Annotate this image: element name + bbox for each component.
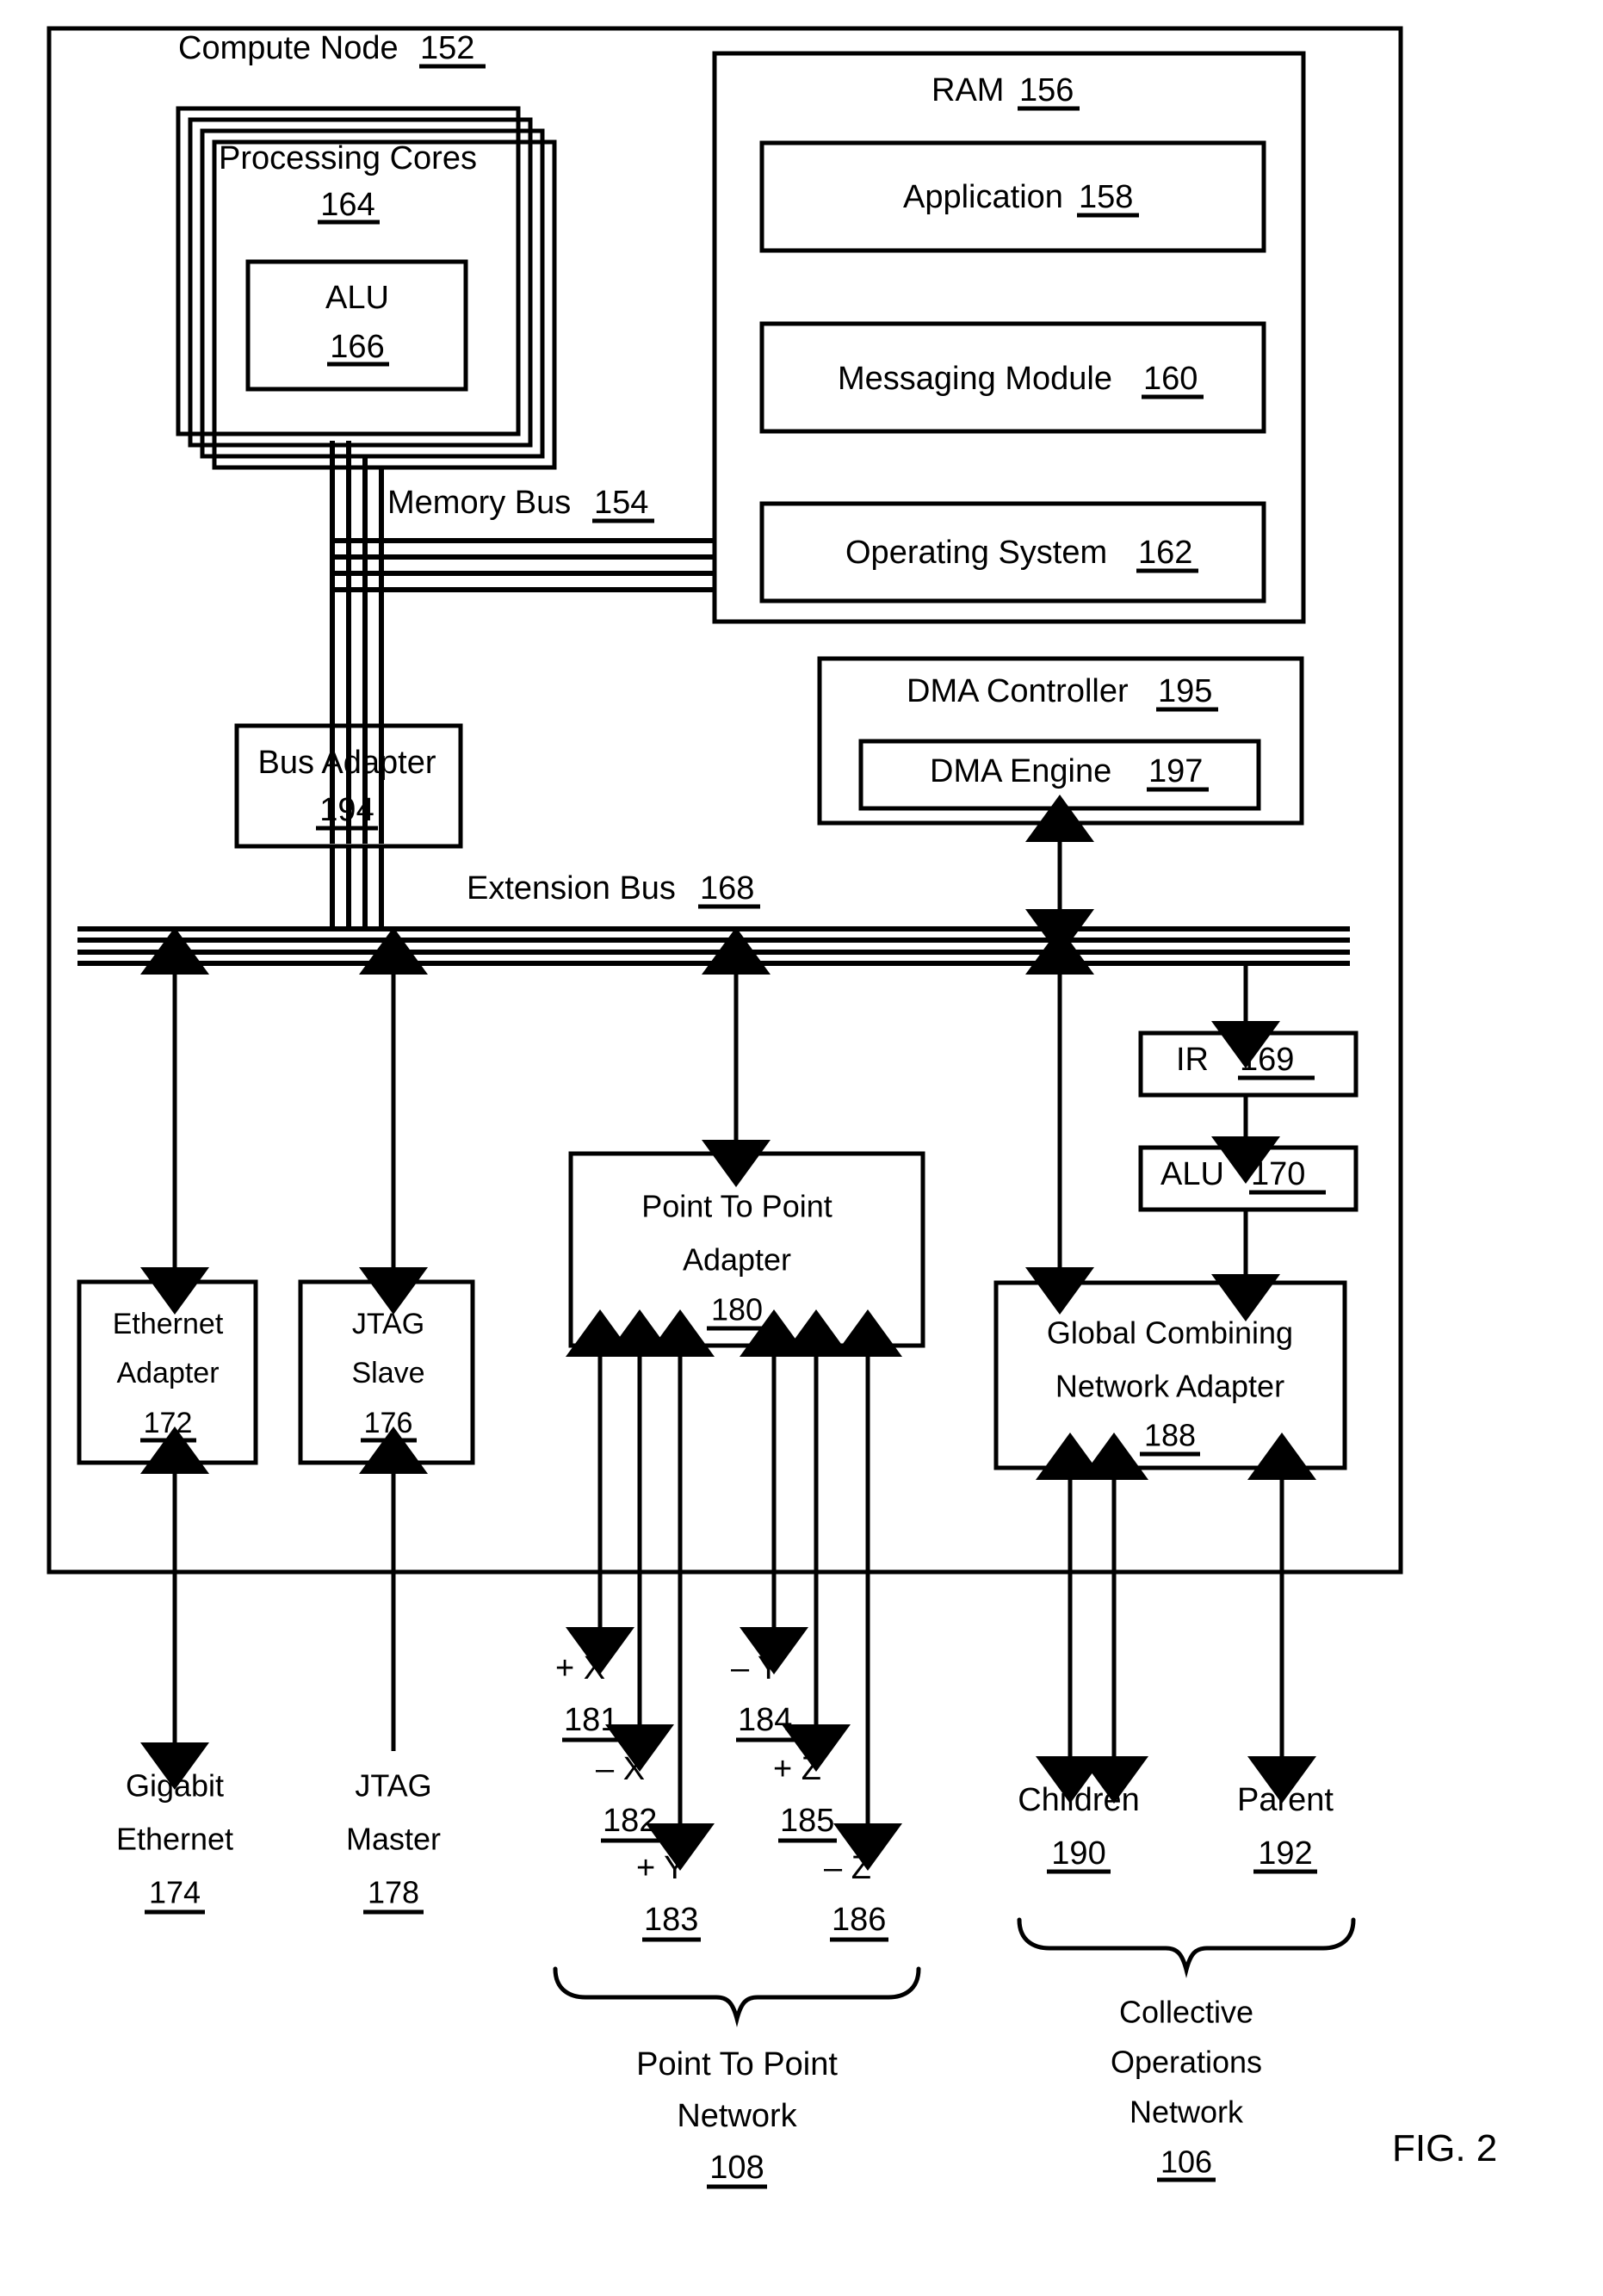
bus-adapter-ref: 194	[319, 792, 374, 828]
jtag-master-line2: Master	[346, 1822, 441, 1857]
jtag-slave-ref: 176	[364, 1407, 413, 1439]
p2p-adapter-line2: Adapter	[683, 1242, 791, 1278]
ethernet-adapter-ref: 172	[144, 1407, 193, 1439]
dma-controller-label: DMA Controller 195	[907, 673, 1218, 712]
p2p-adapter-ref: 180	[711, 1292, 763, 1327]
compute-node-title: Compute Node 152	[178, 30, 486, 69]
torus-ref-1: 182	[603, 1803, 657, 1839]
bus-adapter-to-extension-lines	[330, 846, 384, 929]
figure-caption: FIG. 2	[1392, 2127, 1497, 2169]
collective-line1: Collective	[1119, 1995, 1253, 2030]
operating-system-ref: 162	[1138, 535, 1192, 571]
gcna-line1: Global Combining	[1047, 1315, 1293, 1351]
gigabit-ethernet-line1: Gigabit	[126, 1768, 224, 1804]
dma-engine-ref: 197	[1148, 753, 1203, 789]
application-ref: 158	[1079, 179, 1133, 215]
operating-system-text: Operating System	[845, 535, 1107, 571]
alu-170-text: ALU	[1160, 1156, 1224, 1192]
dma-engine-text: DMA Engine	[930, 753, 1111, 789]
torus-label-minus-x: – X 182	[596, 1751, 659, 1843]
messaging-module-ref: 160	[1143, 361, 1198, 397]
ir-text: IR	[1176, 1042, 1209, 1078]
processing-cores-text: Processing Cores	[219, 140, 477, 176]
gigabit-ethernet-line2: Ethernet	[116, 1822, 233, 1857]
collective-line2: Operations	[1111, 2045, 1262, 2080]
extension-bus-label: Extension Bus 168	[467, 870, 760, 909]
children-text: Children	[1018, 1782, 1140, 1818]
point-to-point-network-brace	[553, 1966, 921, 2027]
gcna-ref: 188	[1144, 1418, 1196, 1453]
parent-text: Parent	[1237, 1782, 1334, 1818]
dma-controller-ref: 195	[1158, 673, 1212, 709]
figure-canvas: Compute Node 152 Processing Cores 164 AL…	[46, 26, 1497, 2189]
jtag-master-line1: JTAG	[355, 1768, 431, 1804]
ram-title-text: RAM	[931, 72, 1004, 108]
torus-label-plus-z: + Z 185	[773, 1751, 837, 1843]
dma-controller-text: DMA Controller	[907, 673, 1129, 709]
torus-label-minus-y: – Y 184	[731, 1650, 795, 1742]
ethernet-adapter-line1: Ethernet	[113, 1308, 224, 1340]
ram-title-ref: 156	[1019, 72, 1074, 108]
torus-axis-2: + Y	[636, 1850, 685, 1886]
compute-node-title-text: Compute Node	[178, 30, 399, 66]
torus-ref-4: 185	[780, 1803, 834, 1839]
torus-axis-3: – Y	[731, 1650, 779, 1686]
processing-cores-label: Processing Cores 164	[219, 140, 477, 225]
application-label: Application 158	[903, 179, 1139, 218]
torus-ref-5: 186	[832, 1902, 886, 1938]
memory-bus-ref: 154	[594, 485, 648, 521]
parent-ref: 192	[1258, 1835, 1312, 1872]
gcna-line2: Network Adapter	[1055, 1369, 1284, 1404]
bus-adapter-text: Bus Adapter	[257, 745, 436, 781]
torus-axis-1: – X	[596, 1751, 645, 1787]
jtag-slave-line2: Slave	[351, 1357, 424, 1389]
patent-figure-2: Compute Node 152 Processing Cores 164 AL…	[0, 0, 1603, 2296]
collective-line3: Network	[1130, 2095, 1244, 2130]
extension-bus-lines	[77, 926, 1350, 966]
processing-cores-ref: 164	[320, 187, 374, 223]
torus-ref-3: 184	[738, 1702, 792, 1738]
extension-bus-ref: 168	[700, 870, 754, 907]
extension-bus-text: Extension Bus	[467, 870, 676, 907]
p2p-network-line2: Network	[677, 2098, 797, 2134]
ethernet-adapter-line2: Adapter	[116, 1357, 219, 1389]
compute-node-title-ref: 152	[420, 30, 474, 66]
torus-ref-0: 181	[564, 1702, 618, 1738]
ram-title: RAM 156	[931, 72, 1080, 111]
torus-label-plus-x: + X 181	[555, 1650, 621, 1742]
torus-axis-0: + X	[555, 1650, 605, 1686]
torus-label-plus-y: + Y 183	[636, 1850, 701, 1942]
alu-170-ref: 170	[1251, 1156, 1305, 1192]
ir-label: IR 169	[1176, 1042, 1315, 1080]
p2p-adapter-line1: Point To Point	[641, 1189, 832, 1224]
alu-166-ref: 166	[330, 329, 384, 365]
p2p-network-line1: Point To Point	[636, 2046, 838, 2082]
torus-axis-4: + Z	[773, 1751, 821, 1787]
jtag-slave-line1: JTAG	[352, 1308, 424, 1340]
collective-operations-network-brace	[1017, 1917, 1356, 1978]
torus-axis-5: – Z	[824, 1850, 871, 1886]
memory-bus-label: Memory Bus 154	[387, 485, 654, 523]
p2p-network-ref: 108	[709, 2150, 764, 2186]
jtag-master-ref: 178	[368, 1875, 419, 1910]
application-text: Application	[903, 179, 1063, 215]
operating-system-label: Operating System 162	[845, 535, 1198, 573]
alu-170-label: ALU 170	[1160, 1156, 1326, 1195]
dma-engine-label: DMA Engine 197	[930, 753, 1209, 792]
messaging-module-label: Messaging Module 160	[838, 361, 1204, 399]
torus-ref-2: 183	[644, 1902, 698, 1938]
torus-label-minus-z: – Z 186	[824, 1850, 888, 1942]
ir-ref: 169	[1240, 1042, 1294, 1078]
children-ref: 190	[1051, 1835, 1105, 1872]
collective-ref: 106	[1160, 2144, 1212, 2180]
gigabit-ethernet-ref: 174	[149, 1875, 201, 1910]
memory-bus-text: Memory Bus	[387, 485, 571, 521]
messaging-module-text: Messaging Module	[838, 361, 1112, 397]
alu-166-text: ALU	[325, 280, 389, 316]
